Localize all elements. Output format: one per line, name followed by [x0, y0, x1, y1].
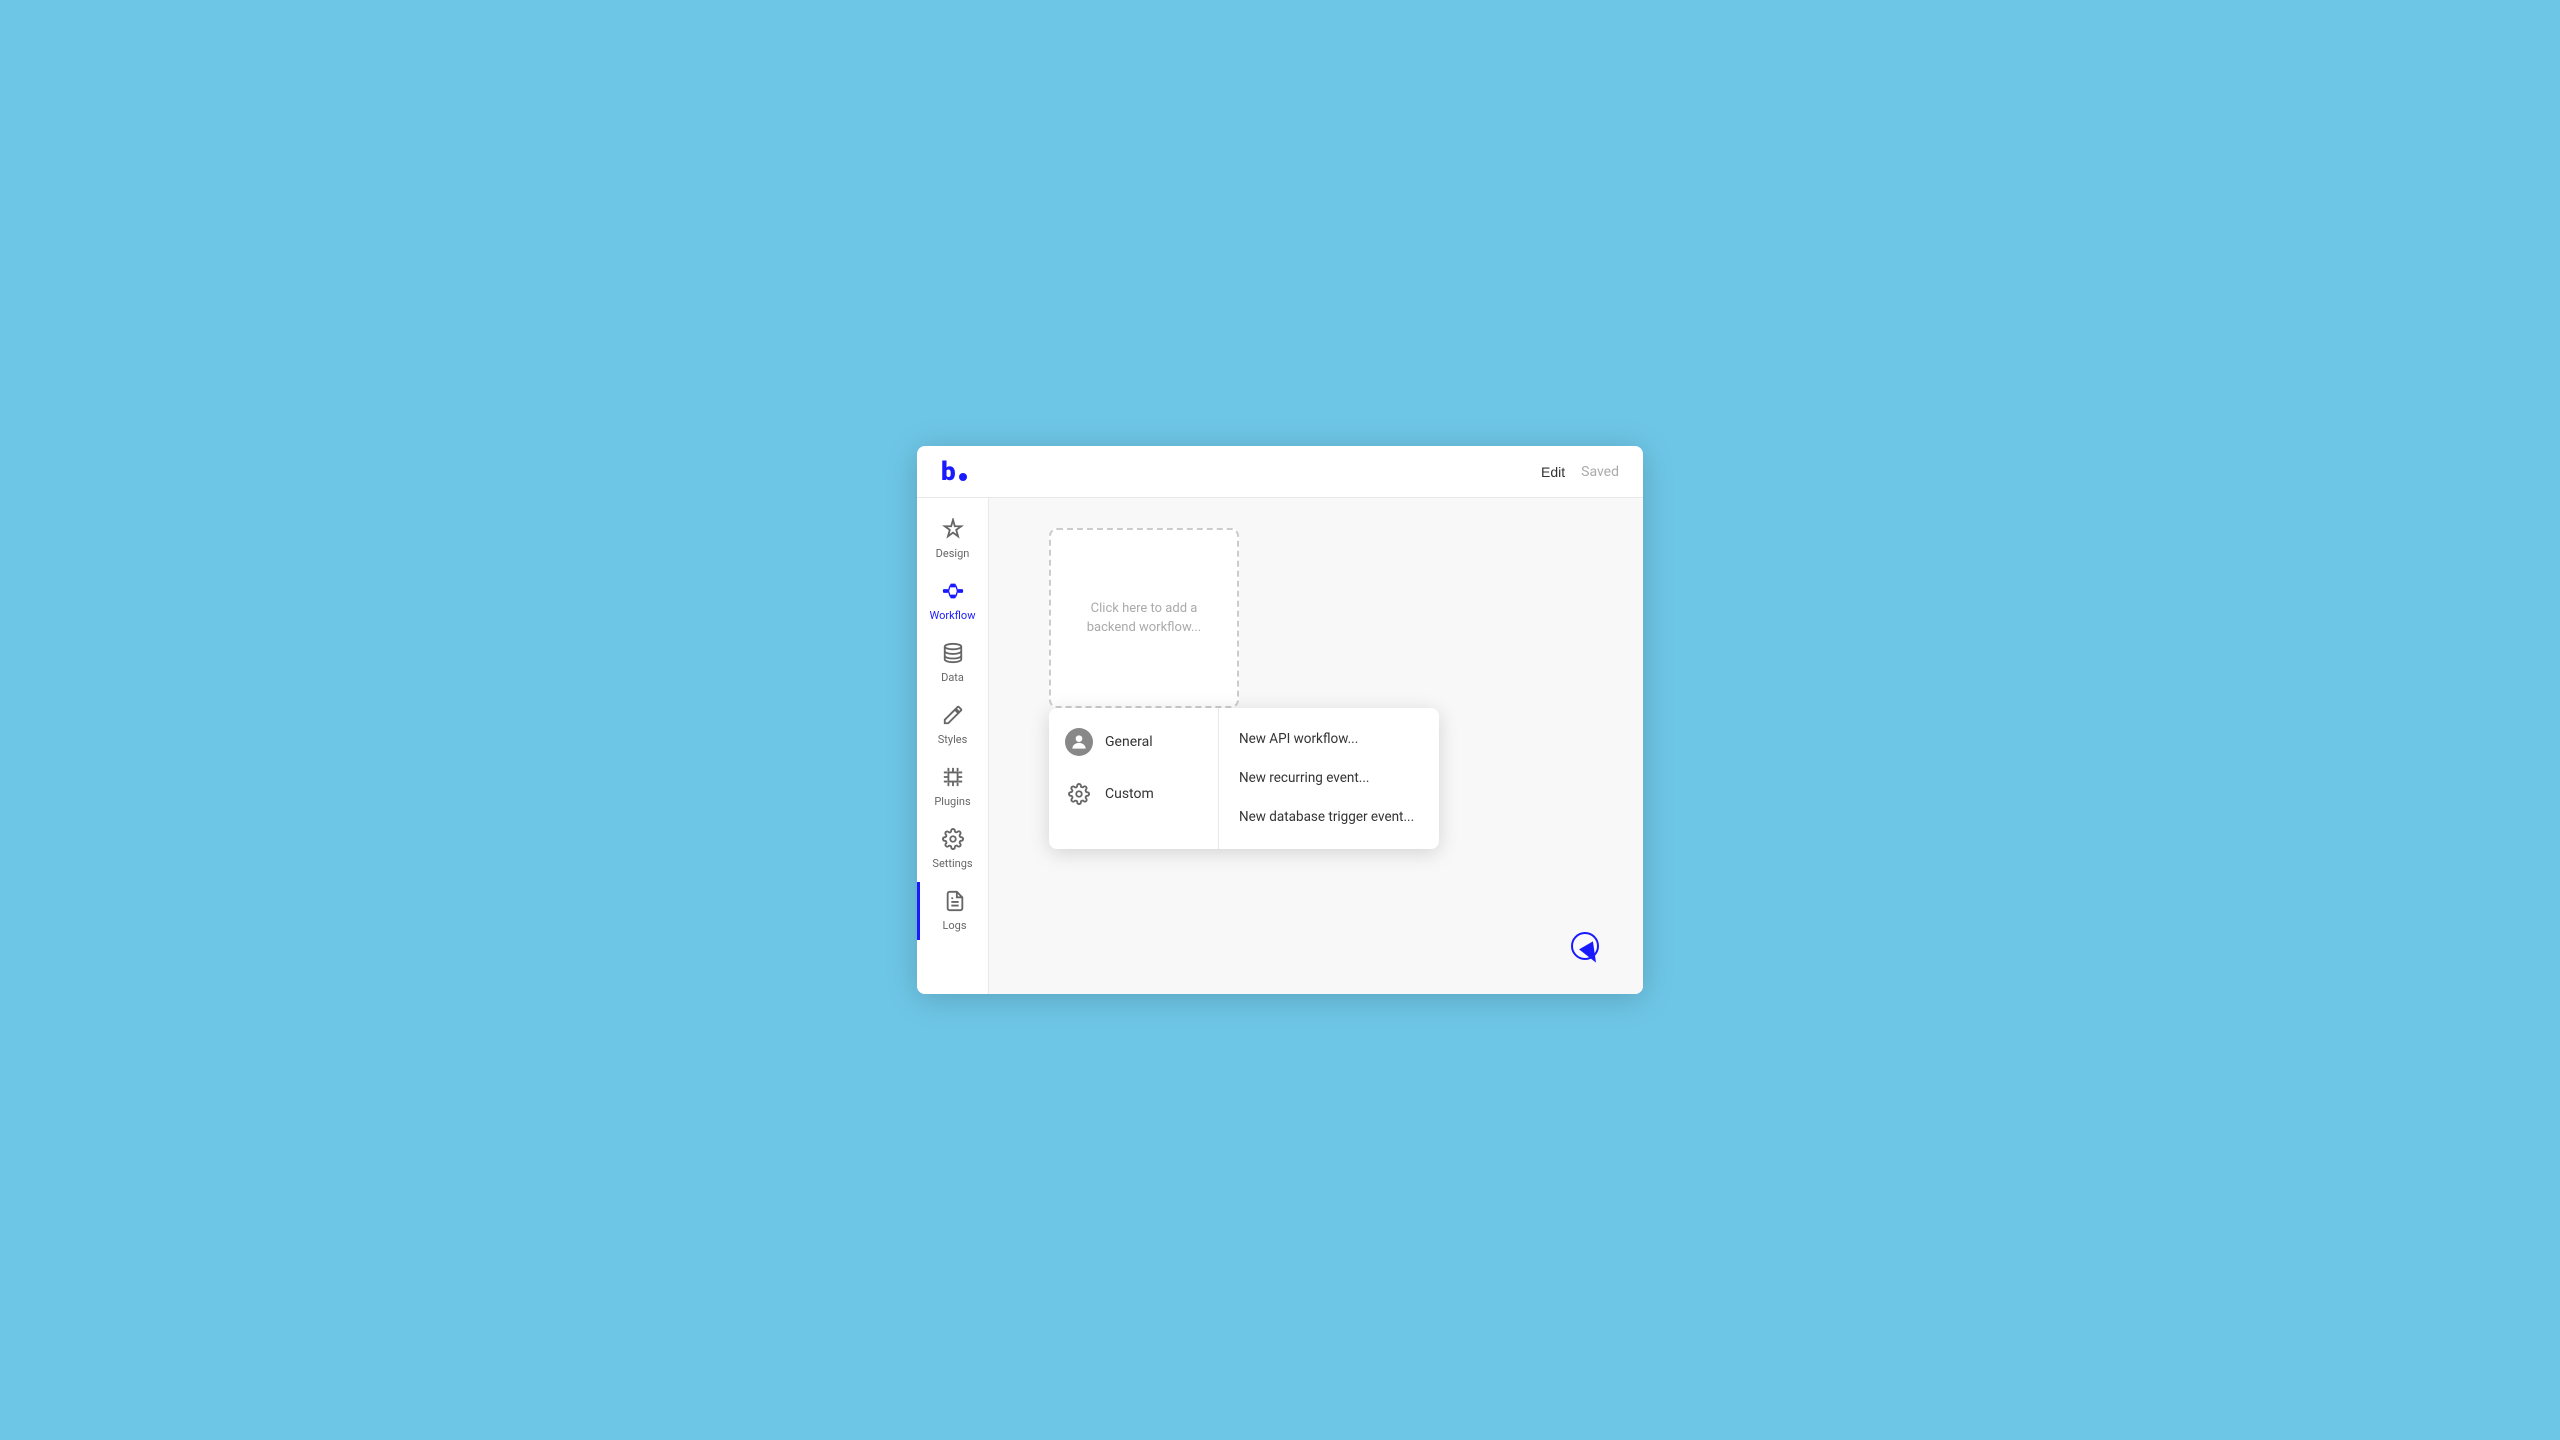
content-area: Click here to add a backend workflow... …: [989, 498, 1643, 994]
dropdown-right-panel: New API workflow... New recurring event.…: [1219, 708, 1439, 849]
logs-icon: [944, 890, 966, 915]
workflow-label: Workflow: [930, 609, 976, 622]
logo-dot: [959, 473, 967, 481]
workflow-icon: [942, 580, 964, 605]
dropdown-item-custom[interactable]: Custom: [1049, 768, 1218, 820]
app-logo: b: [941, 457, 967, 487]
settings-icon: [942, 828, 964, 853]
plugins-label: Plugins: [934, 795, 970, 808]
sidebar: Design Workflow: [917, 498, 989, 994]
design-icon: [942, 518, 964, 543]
dropdown-menu: General Custom New API w: [1049, 708, 1439, 849]
settings-label: Settings: [932, 857, 972, 870]
logo-letter: b: [941, 457, 955, 487]
saved-status: Saved: [1581, 464, 1619, 480]
dropdown-item-new-db-trigger[interactable]: New database trigger event...: [1219, 798, 1439, 837]
workflow-canvas-placeholder: Click here to add a backend workflow...: [1051, 583, 1237, 654]
data-icon: [942, 642, 964, 667]
main-layout: Design Workflow: [917, 498, 1643, 994]
logs-label: Logs: [942, 919, 966, 932]
styles-icon: [942, 704, 964, 729]
top-bar-actions: Edit Saved: [1541, 464, 1619, 480]
sidebar-item-plugins[interactable]: Plugins: [921, 758, 985, 816]
cursor-indicator: [1569, 930, 1605, 966]
sidebar-item-logs[interactable]: Logs: [917, 882, 989, 940]
sidebar-item-design[interactable]: Design: [921, 510, 985, 568]
design-label: Design: [936, 547, 970, 560]
workflow-canvas[interactable]: Click here to add a backend workflow...: [1049, 528, 1239, 708]
custom-icon: [1065, 780, 1093, 808]
top-bar: b Edit Saved: [917, 446, 1643, 498]
dropdown-left-panel: General Custom: [1049, 708, 1219, 849]
plugins-icon: [942, 766, 964, 791]
custom-label: Custom: [1105, 786, 1154, 802]
general-label: General: [1105, 734, 1153, 750]
dropdown-item-new-recurring[interactable]: New recurring event...: [1219, 759, 1439, 798]
sidebar-item-settings[interactable]: Settings: [921, 820, 985, 878]
styles-label: Styles: [938, 733, 968, 746]
dropdown-item-general[interactable]: General: [1049, 716, 1218, 768]
app-window: b Edit Saved Design: [917, 446, 1643, 994]
sidebar-item-styles[interactable]: Styles: [921, 696, 985, 754]
sidebar-item-data[interactable]: Data: [921, 634, 985, 692]
data-label: Data: [941, 671, 964, 684]
general-icon: [1065, 728, 1093, 756]
cursor-arrow: [1579, 941, 1603, 966]
cursor-circle: [1571, 932, 1599, 960]
dropdown-item-new-api[interactable]: New API workflow...: [1219, 720, 1439, 759]
edit-button[interactable]: Edit: [1541, 464, 1565, 480]
sidebar-item-workflow[interactable]: Workflow: [921, 572, 985, 630]
